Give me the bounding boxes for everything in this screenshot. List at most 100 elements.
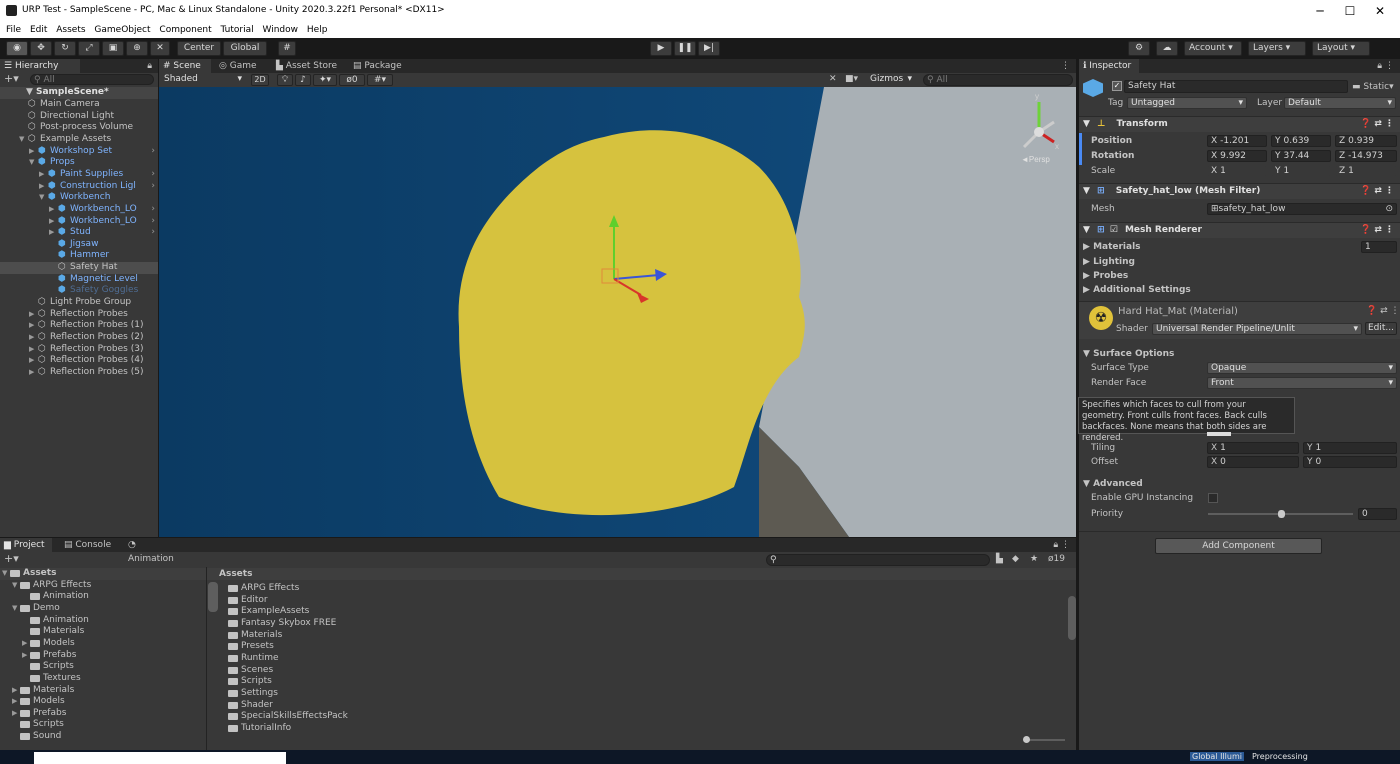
audio-toggle-icon[interactable]: ♪	[295, 74, 311, 86]
color-swatch[interactable]	[1207, 432, 1231, 436]
hierarchy-row[interactable]: ▶ ⬡ Reflection Probes (2)	[0, 332, 158, 344]
menu-tutorial[interactable]: Tutorial	[221, 22, 254, 38]
open-prefab-icon[interactable]: ›	[151, 204, 155, 216]
tab-package-manager[interactable]: ▤ Package Manager	[349, 59, 445, 85]
lock-icon[interactable]: 🔒︎	[147, 59, 152, 73]
add-component-button[interactable]: Add Component	[1155, 538, 1322, 554]
hidden-objects-toggle[interactable]: ø0	[339, 74, 365, 86]
view-tool-button[interactable]: ◉	[6, 41, 28, 56]
shader-dropdown[interactable]: Universal Render Pipeline/Unlit	[1152, 323, 1362, 335]
open-prefab-icon[interactable]: ›	[151, 169, 155, 181]
expand-arrow-icon[interactable]: ▼	[29, 157, 34, 169]
custom-tool-button[interactable]: ✕	[150, 41, 170, 56]
expand-arrow-icon[interactable]: ▶	[12, 708, 17, 720]
scale-z-field[interactable]: Z1	[1335, 165, 1397, 177]
expand-arrow-icon[interactable]: ▶	[29, 367, 34, 379]
expand-arrow-icon[interactable]: ▶	[22, 650, 27, 662]
hierarchy-row[interactable]: ▼ ⬢ Workbench	[0, 192, 158, 204]
hierarchy-row[interactable]: ⬢ Safety Goggles	[0, 285, 158, 297]
project-tree-row[interactable]: Animation	[0, 591, 206, 603]
menu-help[interactable]: Help	[307, 22, 328, 38]
enabled-checkbox[interactable]: ☑	[1110, 225, 1118, 235]
project-tree-row[interactable]: ▶ Models	[0, 638, 206, 650]
project-file-item[interactable]: Scripts	[228, 676, 528, 688]
tab-project[interactable]: ▆ Project	[0, 538, 52, 552]
grid-toggle-icon[interactable]: #▾	[367, 74, 393, 86]
2d-toggle[interactable]: 2D	[251, 74, 269, 86]
project-tree-row[interactable]: ▶ Materials	[0, 685, 206, 697]
project-file-item[interactable]: Runtime	[228, 653, 528, 665]
open-prefab-icon[interactable]: ›	[151, 227, 155, 239]
position-z-field[interactable]: Z 0.939	[1335, 135, 1397, 147]
hierarchy-row[interactable]: ▼ ⬢ Props	[0, 157, 158, 169]
project-file-item[interactable]: Editor	[228, 595, 528, 607]
filter-label-icon[interactable]: ◆	[1012, 554, 1019, 564]
layer-dropdown[interactable]: Default	[1284, 97, 1396, 109]
component-menu-icon[interactable]: ❓ ⇄ ⋮	[1366, 306, 1399, 316]
materials-foldout[interactable]: ▶ Materials	[1083, 241, 1141, 253]
expand-arrow-icon[interactable]: ▶	[12, 685, 17, 697]
camera-icon[interactable]: ■▾	[845, 74, 858, 84]
hierarchy-row[interactable]: ⬢ Hammer	[0, 250, 158, 262]
expand-arrow-icon[interactable]: ▶	[29, 355, 34, 367]
hierarchy-row[interactable]: ⬡ Main Camera	[0, 99, 158, 111]
gpu-instancing-checkbox[interactable]	[1208, 493, 1218, 503]
mesh-renderer-header[interactable]: ▼ ⊞ ☑ Mesh Renderer ❓ ⇄ ⋮	[1079, 222, 1400, 238]
additional-settings-foldout[interactable]: ▶ Additional Settings	[1083, 284, 1191, 296]
tab-scene[interactable]: # Scene	[159, 59, 211, 73]
component-menu-icon[interactable]: ❓ ⇄ ⋮	[1360, 184, 1394, 199]
scale-x-field[interactable]: X1	[1207, 165, 1267, 177]
expand-arrow-icon[interactable]: ▶	[29, 332, 34, 344]
render-face-dropdown[interactable]: Front	[1207, 377, 1397, 389]
gizmos-dropdown[interactable]: Gizmos	[867, 74, 915, 86]
project-tree-row[interactable]: Scripts	[0, 719, 206, 731]
component-menu-icon[interactable]: ❓ ⇄ ⋮	[1360, 117, 1394, 132]
project-tree-row[interactable]: ▶ Models	[0, 696, 206, 708]
position-y-field[interactable]: Y 0.639	[1271, 135, 1331, 147]
tab-console[interactable]: ▤ Console	[60, 538, 120, 552]
project-file-item[interactable]: Settings	[228, 688, 528, 700]
hierarchy-row[interactable]: ⬡ Post-process Volume	[0, 122, 158, 134]
object-picker-icon[interactable]: ⊙	[1385, 204, 1393, 214]
inspector-tab[interactable]: ℹ Inspector	[1079, 59, 1139, 73]
scene-search-input[interactable]: ⚲ All	[923, 74, 1073, 86]
mesh-object-field[interactable]: ⊞safety_hat_low ⊙	[1207, 203, 1397, 215]
grid-snap-button[interactable]: #	[278, 41, 296, 56]
scene-row[interactable]: ▼ SampleScene*	[0, 87, 158, 99]
project-file-item[interactable]: Scenes	[228, 665, 528, 677]
scale-tool-button[interactable]: ⤢	[78, 41, 100, 56]
expand-arrow-icon[interactable]: ▶	[39, 181, 44, 193]
expand-arrow-icon[interactable]: ▶	[49, 227, 54, 239]
move-tool-button[interactable]: ✥	[30, 41, 52, 56]
tiling-x-field[interactable]: X1	[1207, 442, 1299, 454]
expand-arrow-icon[interactable]: ▼	[12, 580, 17, 592]
menu-file[interactable]: File	[6, 22, 21, 38]
expand-arrow-icon[interactable]: ▼	[2, 568, 7, 580]
rotation-z-field[interactable]: Z -14.973	[1335, 150, 1397, 162]
account-dropdown[interactable]: Account ▾	[1184, 41, 1242, 56]
project-tree-row[interactable]: Animation	[0, 615, 206, 627]
project-tree-row[interactable]: ▼ Assets	[0, 568, 206, 580]
icon-size-handle[interactable]	[1023, 736, 1030, 743]
hierarchy-row[interactable]: ▶ ⬡ Reflection Probes (5)	[0, 367, 158, 379]
offset-x-field[interactable]: X0	[1207, 456, 1299, 468]
tools-icon[interactable]: ✕	[829, 74, 837, 84]
hierarchy-row[interactable]: ▼ ⬡ Example Assets	[0, 134, 158, 146]
more-options-icon[interactable]: ⋮	[1061, 59, 1070, 73]
taskbar-search-box[interactable]	[34, 752, 286, 764]
add-icon[interactable]: +▾	[4, 73, 19, 85]
surface-options-foldout[interactable]: ▼ Surface Options	[1083, 348, 1174, 360]
expand-arrow-icon[interactable]: ▼	[12, 603, 17, 615]
priority-slider-handle[interactable]	[1277, 510, 1285, 518]
project-file-item[interactable]: Fantasy Skybox FREE	[228, 618, 528, 630]
effects-toggle-icon[interactable]: ✦▾	[313, 74, 337, 86]
shading-mode-dropdown[interactable]: Shaded	[161, 74, 245, 86]
hierarchy-row[interactable]: ▶ ⬡ Reflection Probes (3)	[0, 344, 158, 356]
static-toggle[interactable]: ▬ Static▾	[1352, 81, 1394, 93]
project-tree-row[interactable]: Materials	[0, 626, 206, 638]
expand-arrow-icon[interactable]: ▶	[29, 320, 34, 332]
object-name-field[interactable]: Safety Hat	[1124, 80, 1348, 93]
rotate-tool-button[interactable]: ↻	[54, 41, 76, 56]
position-x-field[interactable]: X -1.201	[1207, 135, 1267, 147]
layout-dropdown[interactable]: Layout ▾	[1312, 41, 1370, 56]
